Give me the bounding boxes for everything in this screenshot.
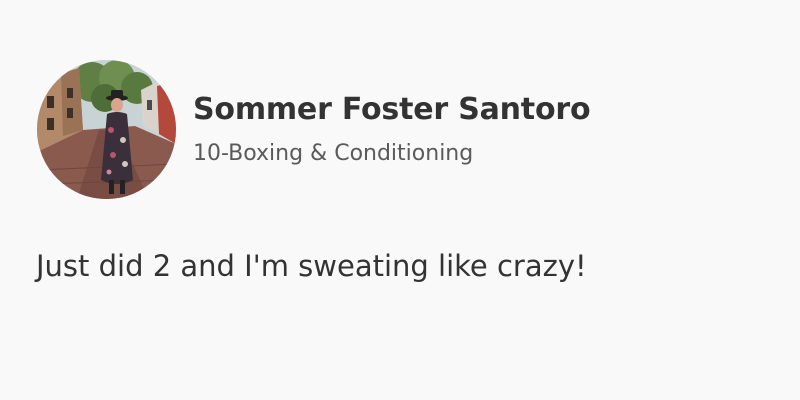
profile-photo-icon: [37, 60, 176, 199]
author-name[interactable]: Sommer Foster Santoro: [193, 91, 591, 129]
author-header: Sommer Foster Santoro 10-Boxing & Condit…: [37, 60, 591, 199]
post-message: Just did 2 and I'm sweating like crazy!: [36, 249, 587, 283]
author-meta: Sommer Foster Santoro 10-Boxing & Condit…: [193, 91, 591, 169]
class-name: 10-Boxing & Conditioning: [193, 140, 474, 166]
post-card: Sommer Foster Santoro 10-Boxing & Condit…: [0, 0, 800, 400]
avatar[interactable]: [37, 60, 176, 199]
